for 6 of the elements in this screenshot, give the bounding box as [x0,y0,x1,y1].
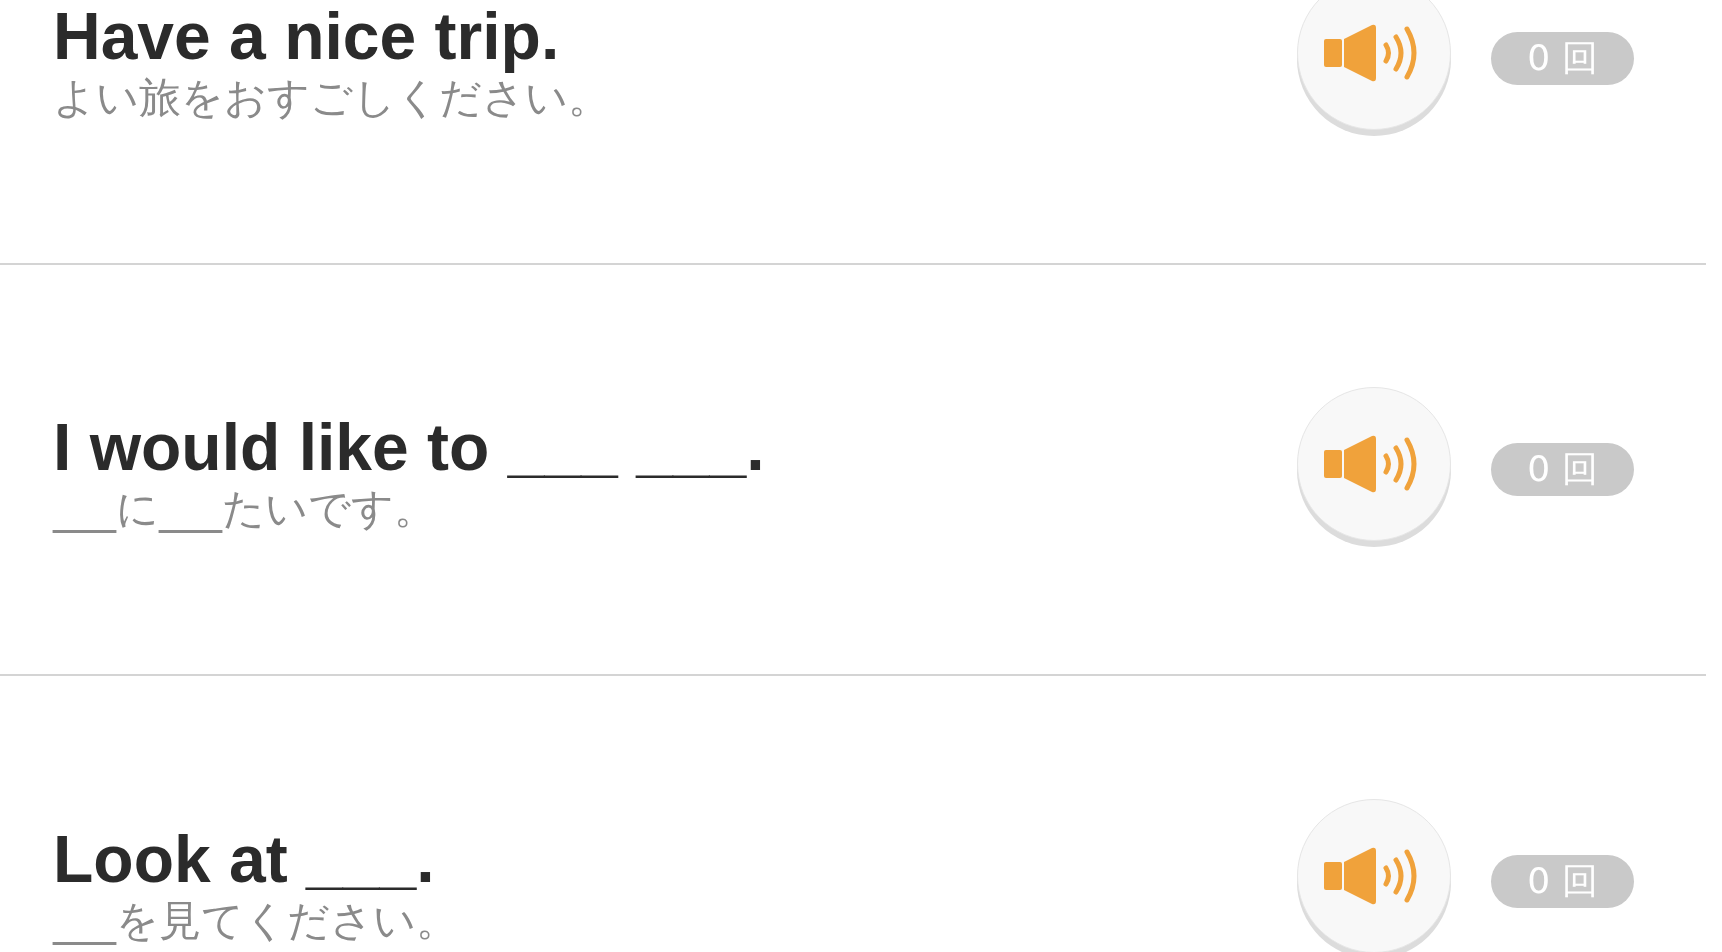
japanese-translation: ___を見てください。 [53,898,459,945]
japanese-translation: よい旅をおすごしください。 [53,75,611,122]
english-phrase: Have a nice trip. [53,0,561,76]
english-phrase: I would like to ___ ___. [53,410,766,487]
japanese-translation: ___に___たいです。 [53,486,437,533]
english-phrase: Look at ___. [53,822,436,899]
